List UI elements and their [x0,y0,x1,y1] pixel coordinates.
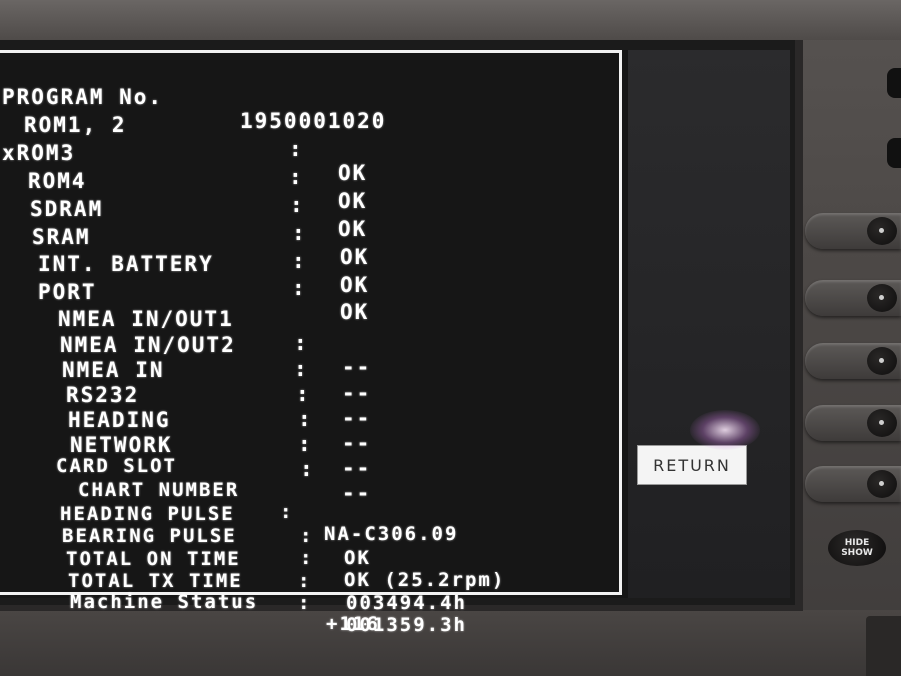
soft-key-knob [867,347,897,375]
soft-key-2[interactable] [805,280,901,316]
row-sep: : [300,457,315,481]
bezel-top [0,0,901,40]
row-label: ROM1, 2 [24,113,127,137]
row-sep: : [294,357,309,381]
row-sep: : [294,331,309,355]
row-value: OK [338,217,368,241]
row-value: OK [344,547,371,569]
row-label: CHART NUMBER [78,479,240,501]
row-value: OK [340,300,370,324]
soft-key-4[interactable] [805,405,901,441]
row-sep: : [300,547,314,569]
screen-side-area [628,50,790,598]
row-value: OK [338,189,368,213]
row-value: OK [340,273,370,297]
row-value: -- [342,355,372,379]
row-sep: : [292,276,307,300]
soft-key-knob [867,409,897,437]
row-value: -- [342,431,372,455]
screen-glare [690,410,760,450]
row-sep: : [298,592,312,614]
soft-key-3[interactable] [805,343,901,379]
row-label: NETWORK [70,433,173,457]
row-sep: : [298,570,312,592]
hide-show-button[interactable]: HIDE SHOW [828,530,886,566]
row-value: -- [342,456,372,480]
top-knob-1[interactable] [887,68,901,98]
row-sep: : [289,165,304,189]
row-value: NA-C306.09 [324,523,459,545]
row-sep: : [280,501,294,523]
machine-status-row: Machine Status +116 [70,569,378,635]
row-value: -- [342,406,372,430]
row-sep: : [298,432,313,456]
card-slot-title-text: CARD SLOT [56,455,177,477]
row-value: OK [338,161,368,185]
row-label: Machine Status [70,591,259,613]
row-value: OK [340,245,370,269]
hide-label: HIDE [844,538,870,548]
row-sep: : [292,221,307,245]
row-value: -- [342,481,372,505]
return-button[interactable]: RETURN [637,445,747,485]
program-number: 1950001020 [240,109,387,133]
row-value: +116 [326,613,380,635]
soft-key-knob [867,284,897,312]
row-sep: : [298,407,313,431]
soft-key-1[interactable] [805,213,901,249]
row-sep: : [292,249,307,273]
row-value: 003494.4h [346,592,467,614]
soft-key-knob [867,470,897,498]
show-label: SHOW [841,548,873,558]
top-knob-2[interactable] [887,138,901,168]
row-value: -- [342,381,372,405]
row-sep: : [289,137,304,161]
bezel-corner [866,616,901,676]
row-value: OK (25.2rpm) [344,569,506,591]
rom3-row: xROM3 : OK [2,117,365,213]
soft-key-knob [867,217,897,245]
row-sep: : [296,382,311,406]
row-sep: : [300,525,314,547]
row-sep: : [290,193,305,217]
soft-key-5[interactable] [805,466,901,502]
